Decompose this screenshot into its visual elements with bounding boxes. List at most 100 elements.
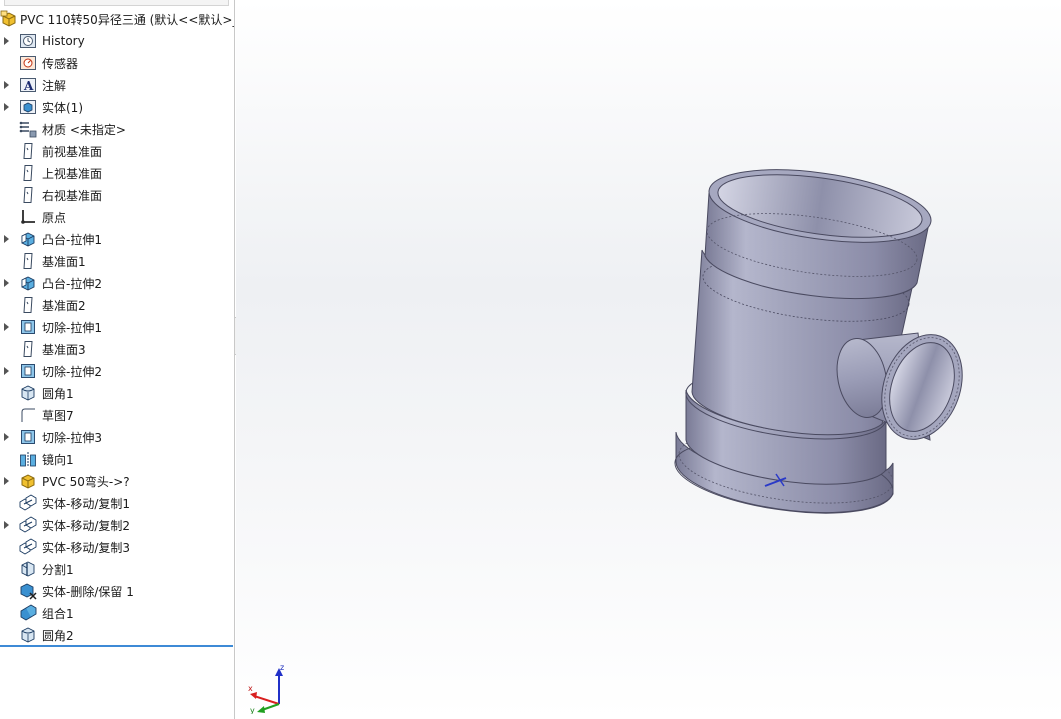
tree-item-label: PVC 50弯头->?: [42, 474, 130, 489]
tree-item-label: 基准面2: [42, 298, 86, 313]
boss-extrude-icon: [18, 273, 38, 293]
tree-item-move-copy-23[interactable]: 实体-移动/复制3: [0, 536, 234, 558]
pvc-reducing-tee-model[interactable]: [236, 0, 1061, 719]
tree-item-plane-14[interactable]: 基准面3: [0, 338, 234, 360]
tree-item-plane-5[interactable]: 前视基准面: [0, 140, 234, 162]
expand-arrow-icon[interactable]: [0, 96, 18, 118]
tree-item-label: 上视基准面: [42, 166, 103, 181]
triad-x-arrow: [250, 692, 257, 699]
move-copy-icon: [18, 493, 38, 513]
tree-item-plane-6[interactable]: 上视基准面: [0, 162, 234, 184]
tree-item-label: History: [42, 34, 85, 48]
tree-item-history-0[interactable]: History: [0, 30, 234, 52]
tree-item-label: 前视基准面: [42, 144, 103, 159]
expand-arrow-icon[interactable]: [0, 74, 18, 96]
plane-icon: [18, 295, 38, 315]
tree-item-move-copy-22[interactable]: 实体-移动/复制2: [0, 514, 234, 536]
tree-item-label: 组合1: [42, 606, 74, 621]
fillet-icon: [18, 625, 38, 645]
tree-item-part-20[interactable]: PVC 50弯头->?: [0, 470, 234, 492]
tree-item-label: 右视基准面: [42, 188, 103, 203]
tree-item-label: 圆角1: [42, 386, 74, 401]
tree-item-label: 实体-移动/复制2: [42, 518, 131, 533]
fillet-icon: [18, 383, 38, 403]
material-icon: [18, 119, 38, 139]
tree-item-move-copy-21[interactable]: 实体-移动/复制1: [0, 492, 234, 514]
expand-arrow-icon[interactable]: [0, 316, 18, 338]
sensor-icon: [18, 53, 38, 73]
tree-item-label: 原点: [42, 210, 67, 225]
tree-item-mirror-19[interactable]: 镜向1: [0, 448, 234, 470]
tree-item-material-4[interactable]: 材质 <未指定>: [0, 118, 234, 140]
triad-y-arrow: [257, 706, 265, 713]
expand-arrow-icon[interactable]: [0, 514, 18, 536]
tree-item-fillet-27[interactable]: 圆角2: [0, 624, 234, 646]
tree-item-sketch-17[interactable]: 草图7: [0, 404, 234, 426]
tree-item-annotation-2[interactable]: A 注解: [0, 74, 234, 96]
part-icon: [0, 10, 18, 28]
tree-item-plane-10[interactable]: 基准面1: [0, 250, 234, 272]
tree-item-label: 分割1: [42, 562, 74, 577]
expand-arrow-icon[interactable]: [0, 272, 18, 294]
split-icon: [18, 559, 38, 579]
tree-item-label: 实体(1): [42, 100, 83, 115]
tree-item-boss-extrude-11[interactable]: 凸台-拉伸2: [0, 272, 234, 294]
sketch-icon: [18, 405, 38, 425]
tree-item-solid-bodies-3[interactable]: 实体(1): [0, 96, 234, 118]
tree-item-fillet-16[interactable]: 圆角1: [0, 382, 234, 404]
tree-item-plane-7[interactable]: 右视基准面: [0, 184, 234, 206]
expand-arrow-icon[interactable]: [0, 426, 18, 448]
tree-item-sensor-1[interactable]: 传感器: [0, 52, 234, 74]
tree-item-label: 实体-删除/保留 1: [42, 584, 134, 599]
plane-icon: [18, 185, 38, 205]
tree-item-boss-extrude-9[interactable]: 凸台-拉伸1: [0, 228, 234, 250]
tree-item-label: 凸台-拉伸1: [42, 232, 102, 247]
tree-item-label: 切除-拉伸2: [42, 364, 102, 379]
tree-item-label: 切除-拉伸1: [42, 320, 102, 335]
feature-manager-tree: PVC 110转50异径三通 (默认<<默认>_ History 传感器 A 注解实体…: [0, 0, 235, 719]
expand-arrow-icon[interactable]: [0, 470, 18, 492]
triad-y-label: y: [250, 706, 255, 714]
tree-item-split-24[interactable]: 分割1: [0, 558, 234, 580]
tree-item-label: 镜向1: [42, 452, 74, 467]
delete-body-icon: [18, 581, 38, 601]
tree-item-label: 草图7: [42, 408, 74, 423]
tree-item-combine-26[interactable]: 组合1: [0, 602, 234, 624]
expand-arrow-icon[interactable]: [0, 30, 18, 52]
plane-icon: [18, 163, 38, 183]
tree-root-part[interactable]: PVC 110转50异径三通 (默认<<默认>_: [0, 9, 234, 29]
tree-item-label: 实体-移动/复制1: [42, 496, 131, 511]
tree-item-label: 注解: [42, 78, 67, 93]
combine-icon: [18, 603, 38, 623]
tree-item-plane-12[interactable]: 基准面2: [0, 294, 234, 316]
triad-x-axis: [253, 695, 280, 705]
tree-item-label: 凸台-拉伸2: [42, 276, 102, 291]
tree-item-delete-body-25[interactable]: 实体-删除/保留 1: [0, 580, 234, 602]
triad-x-label: x: [248, 684, 253, 693]
tree-item-label: 圆角2: [42, 628, 74, 643]
view-orientation-triad: z x y: [248, 663, 284, 714]
mirror-icon: [18, 449, 38, 469]
graphics-viewport[interactable]: z x y: [236, 0, 1061, 719]
tree-item-label: 传感器: [42, 56, 79, 71]
tree-item-origin-8[interactable]: 原点: [0, 206, 234, 228]
expand-arrow-icon[interactable]: [0, 228, 18, 250]
tree-item-cut-extrude-15[interactable]: 切除-拉伸2: [0, 360, 234, 382]
tree-item-cut-extrude-18[interactable]: 切除-拉伸3: [0, 426, 234, 448]
expand-arrow-icon[interactable]: [0, 360, 18, 382]
tree-item-cut-extrude-13[interactable]: 切除-拉伸1: [0, 316, 234, 338]
top-socket[interactable]: [703, 158, 935, 300]
